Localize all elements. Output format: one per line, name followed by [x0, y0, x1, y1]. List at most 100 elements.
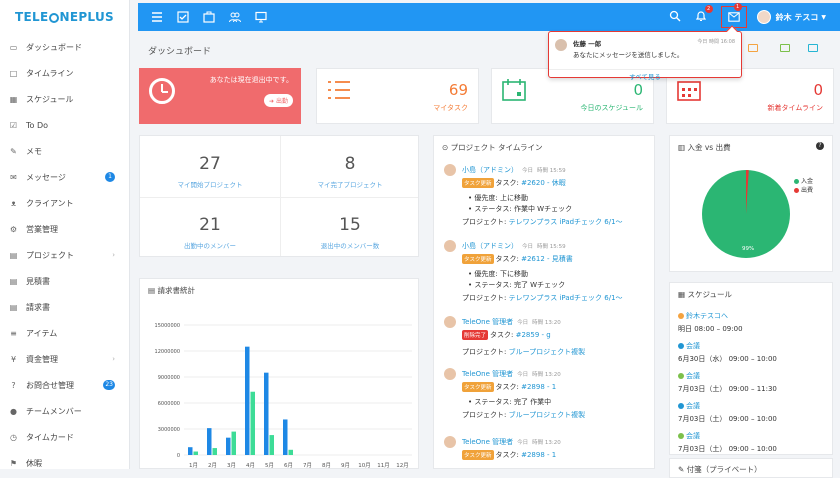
sidebar-item-11[interactable]: ≡ アイテム: [0, 320, 129, 346]
schedule-item[interactable]: 会議 7月03日（土） 09:00 – 10:00: [678, 431, 777, 454]
search-icon[interactable]: [669, 10, 681, 24]
checkbox-icon[interactable]: [176, 10, 190, 24]
pie-legend: 入金 出費: [794, 176, 813, 194]
income-expense-pie: 99%: [702, 170, 790, 258]
monitor-icon-cyan[interactable]: [808, 44, 818, 52]
timeline-user[interactable]: TeleOne 管理者 今日 時間 13:20: [462, 317, 561, 327]
sidebar-item-2[interactable]: ▦ スケジュール: [0, 86, 129, 112]
my-completed-projects[interactable]: 8 マイ完了プロジェクト: [280, 154, 420, 189]
timeline-task-row: タスク更新 タスク: #2620 - 休暇: [462, 178, 566, 188]
timeline-bullet: • 優先度: 下に移動: [468, 270, 528, 278]
schedule-item[interactable]: 会議 7月03日（土） 09:00 – 11:30: [678, 371, 777, 394]
mail-button[interactable]: 1: [720, 3, 747, 28]
monitor-icon-green[interactable]: [780, 44, 790, 52]
new-timeline-value: 0: [813, 81, 823, 99]
sidebar-item-7[interactable]: ⚙ 営業管理: [0, 216, 129, 242]
sidebar-item-16[interactable]: ⚑ 休暇: [0, 450, 129, 476]
project-link[interactable]: ブループロジェクト複製: [509, 348, 586, 356]
timeline-user[interactable]: 小島（アドミン） 今日 時間 15:59: [462, 241, 566, 251]
calendar-icon: ▦: [9, 94, 18, 104]
bell-icon[interactable]: 2: [695, 5, 713, 24]
sidebar-item-label: タイムカード: [26, 432, 74, 442]
sidebar-badge: 1: [105, 172, 115, 182]
project-link[interactable]: テレワンプラス iPadチェック 6/1～: [509, 218, 623, 226]
monitor-icon-yellow[interactable]: [748, 44, 758, 52]
x-tick-label: 1月: [189, 462, 198, 469]
schedule-item[interactable]: 会議 6月30日（水） 09:00 – 10:00: [678, 341, 777, 364]
sidebar-item-label: スケジュール: [26, 94, 74, 104]
briefcase-icon[interactable]: [202, 10, 216, 24]
project-link[interactable]: ブループロジェクト複製: [509, 411, 586, 419]
sidebar-item-label: クライアント: [26, 198, 74, 208]
sidebar-item-12[interactable]: ¥ 資金管理 ›: [0, 346, 129, 372]
timeline-user[interactable]: TeleOne 管理者 今日 時間 13:20: [462, 369, 561, 379]
sidebar-item-9[interactable]: ▤ 見積書: [0, 268, 129, 294]
pie-slice-label: 99%: [742, 246, 754, 252]
invoice-icon: ▤: [9, 302, 18, 312]
clock-icon: [149, 78, 175, 104]
message-sender[interactable]: 佐藤 一郎: [573, 38, 601, 48]
away-status-text: あなたは現在退出中です。: [209, 76, 293, 84]
timeline-bullet: • ステータス: 作業中 Wチェック: [468, 205, 573, 213]
see-all-link[interactable]: すべて見る: [549, 69, 741, 81]
sidebar-item-14[interactable]: ● チームメンバー: [0, 398, 129, 424]
sidebar-item-4[interactable]: ✎ メモ: [0, 138, 129, 164]
x-tick-label: 5月: [265, 462, 274, 469]
message-text[interactable]: あなたにメッセージを送信しました。: [573, 49, 683, 59]
timeline-tag: 削除完了: [462, 330, 489, 340]
schedule-item[interactable]: 会議 7月03日（土） 09:00 – 10:00: [678, 401, 777, 424]
avatar: [444, 368, 456, 380]
task-link[interactable]: #2898 - 1: [521, 451, 556, 459]
members-clocked-in[interactable]: 21 出勤中のメンバー: [140, 215, 280, 250]
bar-3月-1: [231, 431, 236, 455]
schedule-item[interactable]: 鈴木テスコへ 明日 08:00 – 09:00: [678, 311, 743, 334]
sidebar-item-15[interactable]: ◷ タイムカード: [0, 424, 129, 450]
my-tasks-card[interactable]: 69 マイタスク: [316, 68, 479, 124]
sidebar-item-label: お問合せ管理: [26, 380, 74, 390]
x-tick-label: 7月: [303, 462, 312, 469]
menu-icon[interactable]: [150, 10, 164, 24]
monitor-icon[interactable]: [254, 10, 268, 24]
monitor-icon: ▭: [9, 42, 18, 52]
x-tick-label: 2月: [208, 462, 217, 469]
timeline-task-row: タスク更新 タスク: #2612 - 見積書: [462, 254, 573, 264]
sidebar-item-5[interactable]: ✉ メッセージ 1: [0, 164, 129, 190]
calendar-dots-icon: [677, 81, 701, 101]
x-tick-label: 12月: [396, 462, 409, 469]
timeline-tag: タスク更新: [462, 450, 494, 460]
user-menu[interactable]: 鈴木 テスコ ▼: [756, 10, 826, 24]
message-dropdown: 佐藤 一郎 今日 時間 16:08 あなたにメッセージを送信しました。 すべて見…: [548, 25, 742, 81]
clock-icon: ◷: [10, 432, 17, 442]
my-started-projects[interactable]: 27 マイ開始プロジェクト: [140, 154, 280, 189]
task-link[interactable]: #2620 - 休暇: [521, 179, 566, 187]
sidebar-item-8[interactable]: ▤ プロジェクト ›: [0, 242, 129, 268]
sidebar-item-13[interactable]: ? お問合せ管理 23: [0, 372, 129, 398]
my-tasks-value: 69: [448, 81, 468, 99]
timeline-user[interactable]: 小島（アドミン） 今日 時間 15:59: [462, 165, 566, 175]
task-link[interactable]: #2859 - g: [516, 331, 551, 339]
sidebar-item-6[interactable]: ᴥ クライアント: [0, 190, 129, 216]
sidebar-item-0[interactable]: ▭ ダッシュボード: [0, 34, 129, 60]
team-icon[interactable]: [228, 10, 242, 24]
sidebar-item-1[interactable]: □ タイムライン: [0, 60, 129, 86]
task-link[interactable]: #2898 - 1: [521, 383, 556, 391]
timeline-task-row: タスク更新 タスク: #2898 - 1: [462, 382, 557, 392]
clock-in-button[interactable]: ➜ 出勤: [264, 94, 293, 107]
logo[interactable]: TELE NEPLUS: [0, 0, 129, 34]
project-link[interactable]: テレワンプラス iPadチェック 6/1～: [509, 294, 623, 302]
invoice-bar-chart: 0 3000000 6000000 9000000 12000000 15000000 1月…: [155, 323, 412, 469]
sidebar-item-10[interactable]: ▤ 請求書: [0, 294, 129, 320]
sidebar-item-3[interactable]: ☑ To Do: [0, 112, 129, 138]
task-link[interactable]: #2612 - 見積書: [521, 255, 573, 263]
document-icon: ▤: [9, 276, 18, 286]
sidebar-item-label: 請求書: [26, 302, 50, 312]
sidebar-item-label: 見積書: [26, 276, 50, 286]
bar-5月-1: [269, 435, 274, 455]
members-clocked-out[interactable]: 15 退出中のメンバー数: [280, 215, 420, 250]
legend-income: 入金: [801, 178, 814, 185]
sticky-note-card: ✎ 付箋（プライベート）: [669, 458, 833, 478]
timeline-tag: タスク更新: [462, 382, 494, 392]
list-icon: [328, 81, 350, 99]
y-tick-label: 6000000: [158, 401, 180, 407]
timeline-user[interactable]: TeleOne 管理者 今日 時間 13:20: [462, 437, 561, 447]
